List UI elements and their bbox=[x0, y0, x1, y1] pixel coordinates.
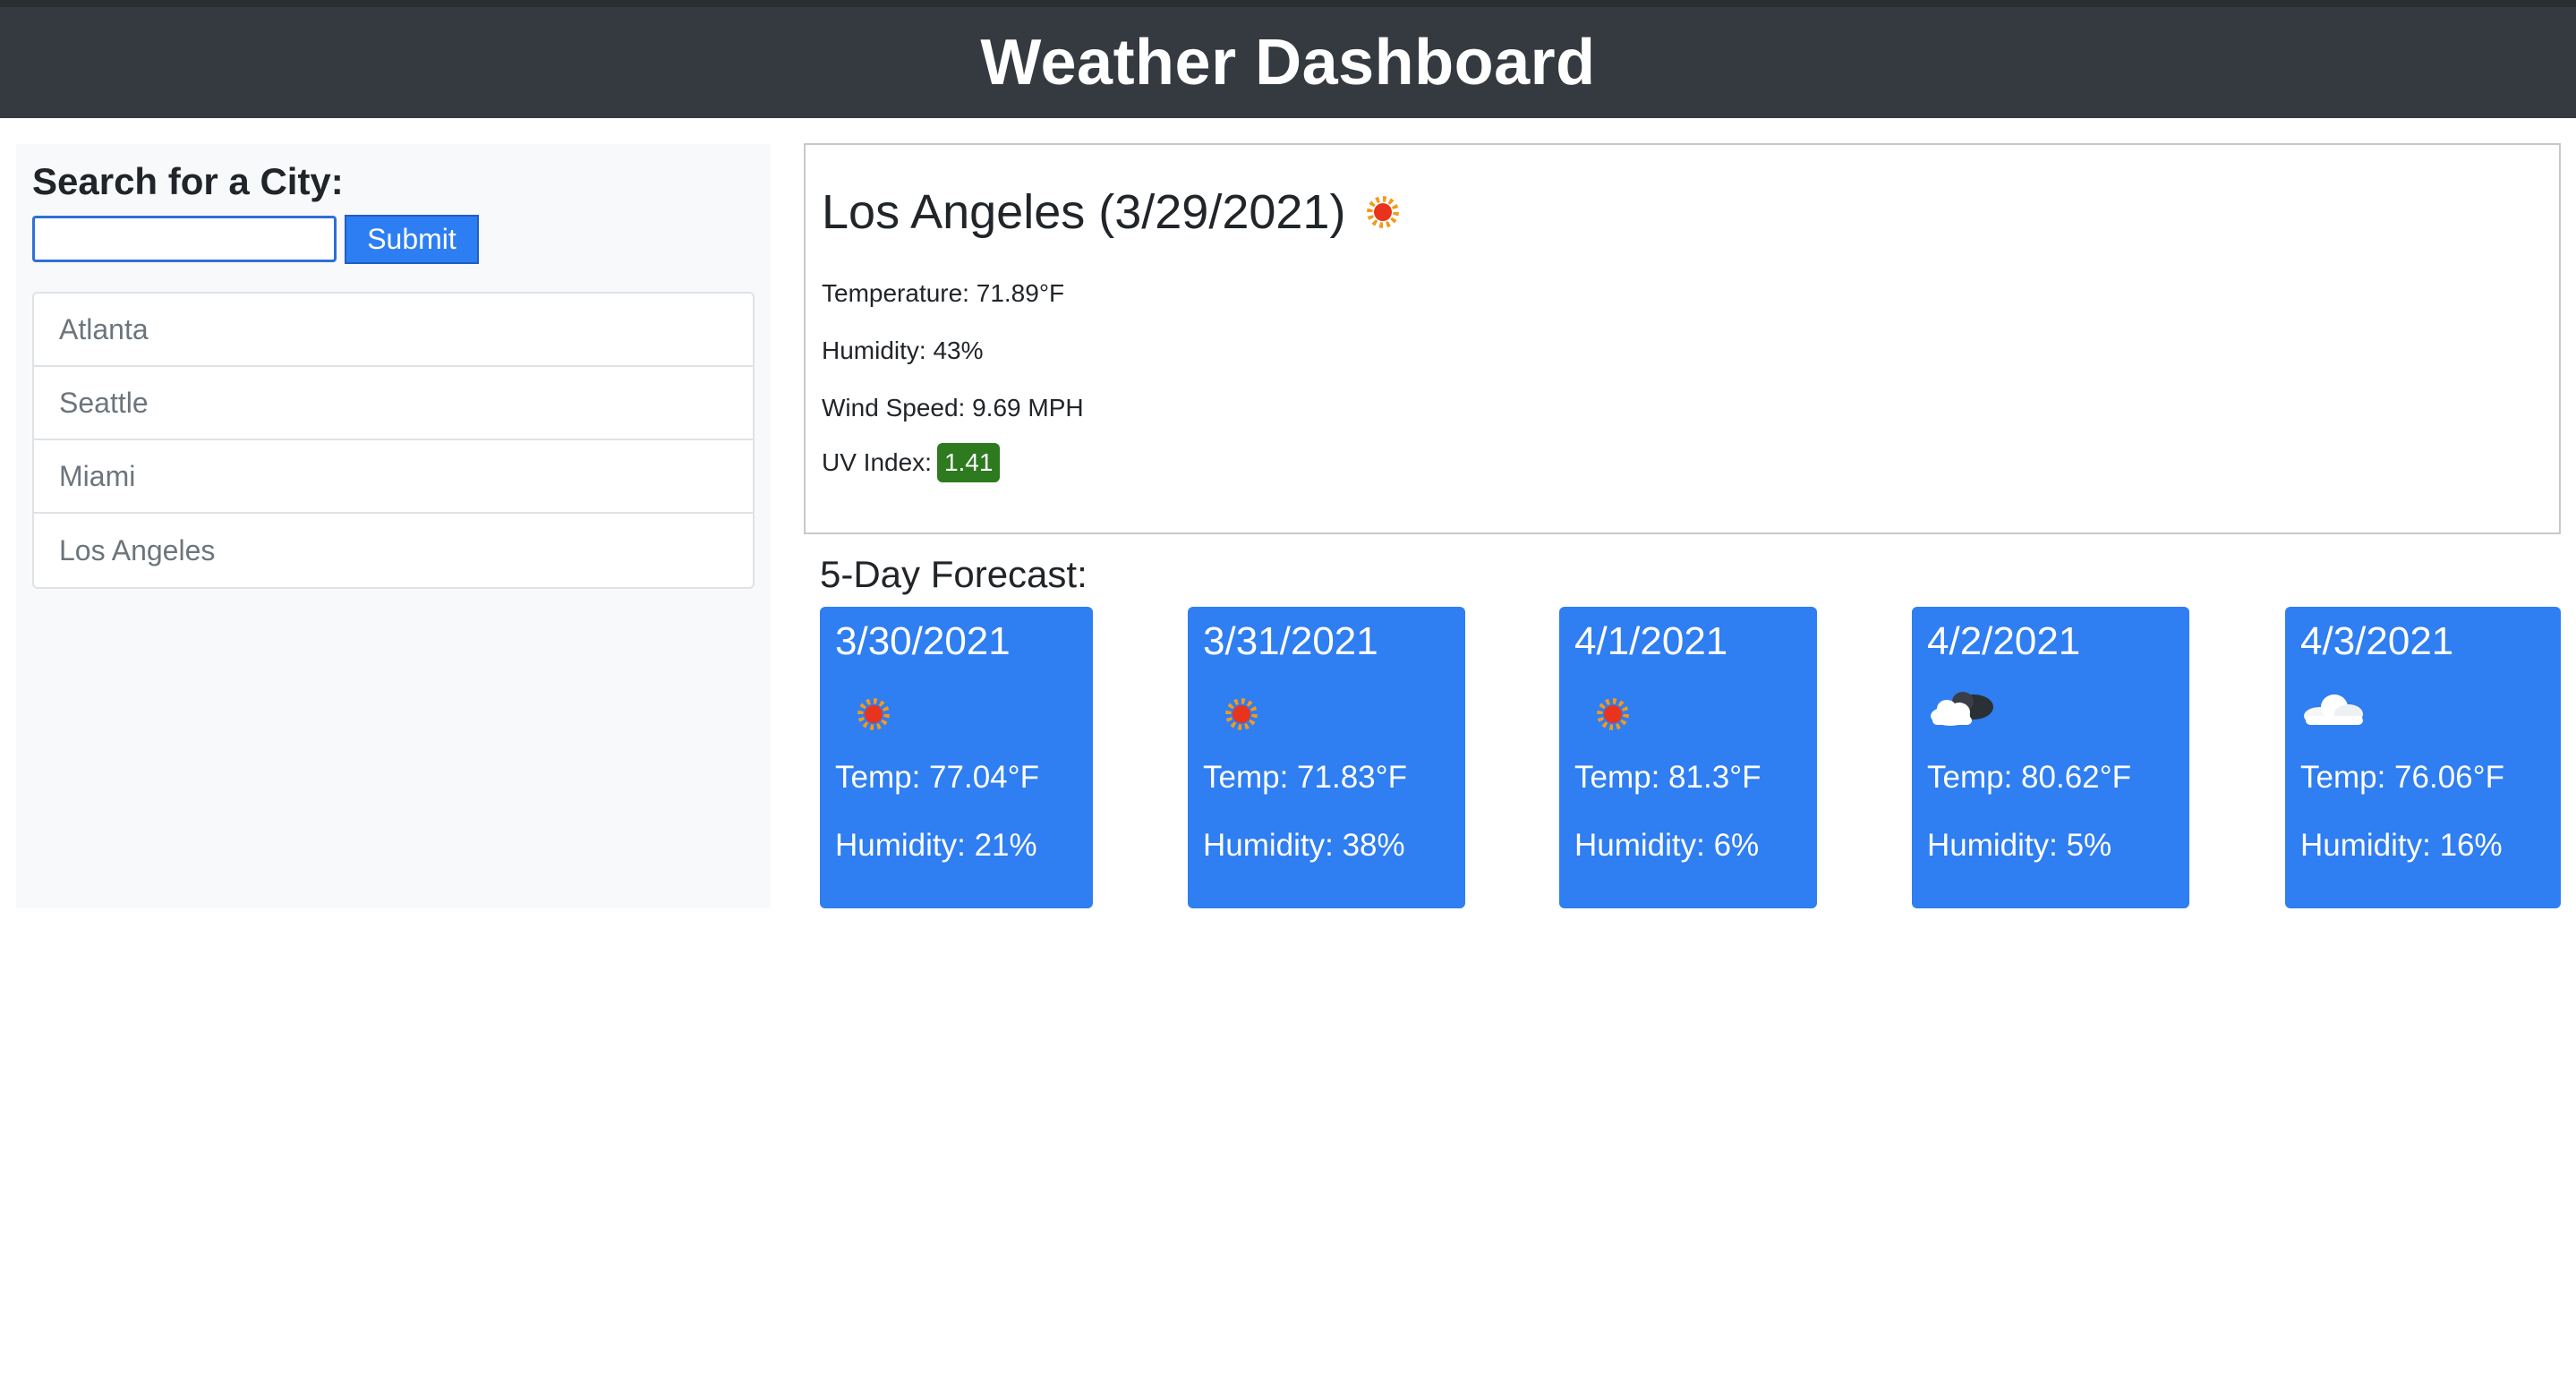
history-item-atlanta[interactable]: Atlanta bbox=[34, 294, 753, 367]
top-border bbox=[0, 0, 2576, 7]
forecast-title: 5-Day Forecast: bbox=[820, 553, 1088, 595]
forecast-humidity: Humidity: 5% bbox=[1927, 828, 2112, 863]
sun-icon bbox=[856, 696, 891, 732]
history-item-miami[interactable]: Miami bbox=[34, 440, 753, 514]
search-sidebar: Search for a City: Submit Atlanta Seattl… bbox=[16, 144, 771, 908]
history-item-seattle[interactable]: Seattle bbox=[34, 367, 753, 440]
forecast-humidity: Humidity: 21% bbox=[835, 828, 1037, 863]
sun-icon bbox=[1595, 696, 1631, 732]
forecast-card: 4/3/2021 Temp: 76.06°F Humidity: 16% bbox=[2285, 607, 2561, 908]
forecast-temp: Temp: 81.3°F bbox=[1574, 760, 1761, 795]
current-uv-row: UV Index: 1.41 bbox=[822, 443, 1001, 482]
uv-index-label: UV Index: bbox=[822, 448, 932, 476]
page-title: Weather Dashboard bbox=[980, 27, 1596, 98]
current-weather-panel: Los Angeles (3/29/2021) Temperature: 71.… bbox=[804, 143, 2561, 534]
forecast-date: 4/2/2021 bbox=[1927, 619, 2081, 663]
forecast-humidity: Humidity: 16% bbox=[2300, 828, 2503, 863]
forecast-card: 4/2/2021 Temp: 80.62°F Humidity: 5% bbox=[1912, 607, 2189, 908]
uv-index-badge: 1.41 bbox=[936, 443, 1001, 482]
app-header: Weather Dashboard bbox=[0, 7, 2576, 118]
forecast-temp: Temp: 77.04°F bbox=[835, 760, 1039, 795]
cloud-icon bbox=[2300, 689, 2372, 733]
forecast-temp: Temp: 71.83°F bbox=[1203, 760, 1407, 795]
forecast-card: 3/30/2021 Temp: 77.04°F Humidity: 21% bbox=[820, 607, 1093, 908]
search-history-list: Atlanta Seattle Miami Los Angeles bbox=[32, 292, 755, 589]
forecast-date: 4/3/2021 bbox=[2300, 619, 2454, 663]
current-humidity: Humidity: 43% bbox=[822, 336, 984, 364]
current-temperature: Temperature: 71.89°F bbox=[822, 279, 1065, 307]
forecast-humidity: Humidity: 38% bbox=[1203, 828, 1405, 863]
forecast-date: 3/31/2021 bbox=[1203, 619, 1378, 663]
dark-cloud-icon bbox=[1927, 689, 1999, 733]
forecast-temp: Temp: 76.06°F bbox=[2300, 760, 2504, 795]
forecast-date: 3/30/2021 bbox=[835, 619, 1011, 663]
current-wind-speed: Wind Speed: 9.69 MPH bbox=[822, 394, 1084, 422]
forecast-card: 4/1/2021 Temp: 81.3°F Humidity: 6% bbox=[1559, 607, 1817, 908]
sun-icon bbox=[1224, 696, 1259, 732]
forecast-card: 3/31/2021 Temp: 71.83°F Humidity: 38% bbox=[1188, 607, 1465, 908]
forecast-humidity: Humidity: 6% bbox=[1574, 828, 1760, 863]
current-city-heading: Los Angeles (3/29/2021) bbox=[822, 184, 1401, 240]
sun-icon bbox=[1365, 194, 1401, 230]
history-item-los-angeles[interactable]: Los Angeles bbox=[34, 514, 753, 587]
forecast-temp: Temp: 80.62°F bbox=[1927, 760, 2131, 795]
current-city-title: Los Angeles (3/29/2021) bbox=[822, 185, 1346, 239]
forecast-date: 4/1/2021 bbox=[1574, 619, 1728, 663]
city-search-input[interactable] bbox=[32, 216, 337, 262]
submit-button[interactable]: Submit bbox=[345, 215, 479, 264]
search-label: Search for a City: bbox=[32, 160, 344, 202]
